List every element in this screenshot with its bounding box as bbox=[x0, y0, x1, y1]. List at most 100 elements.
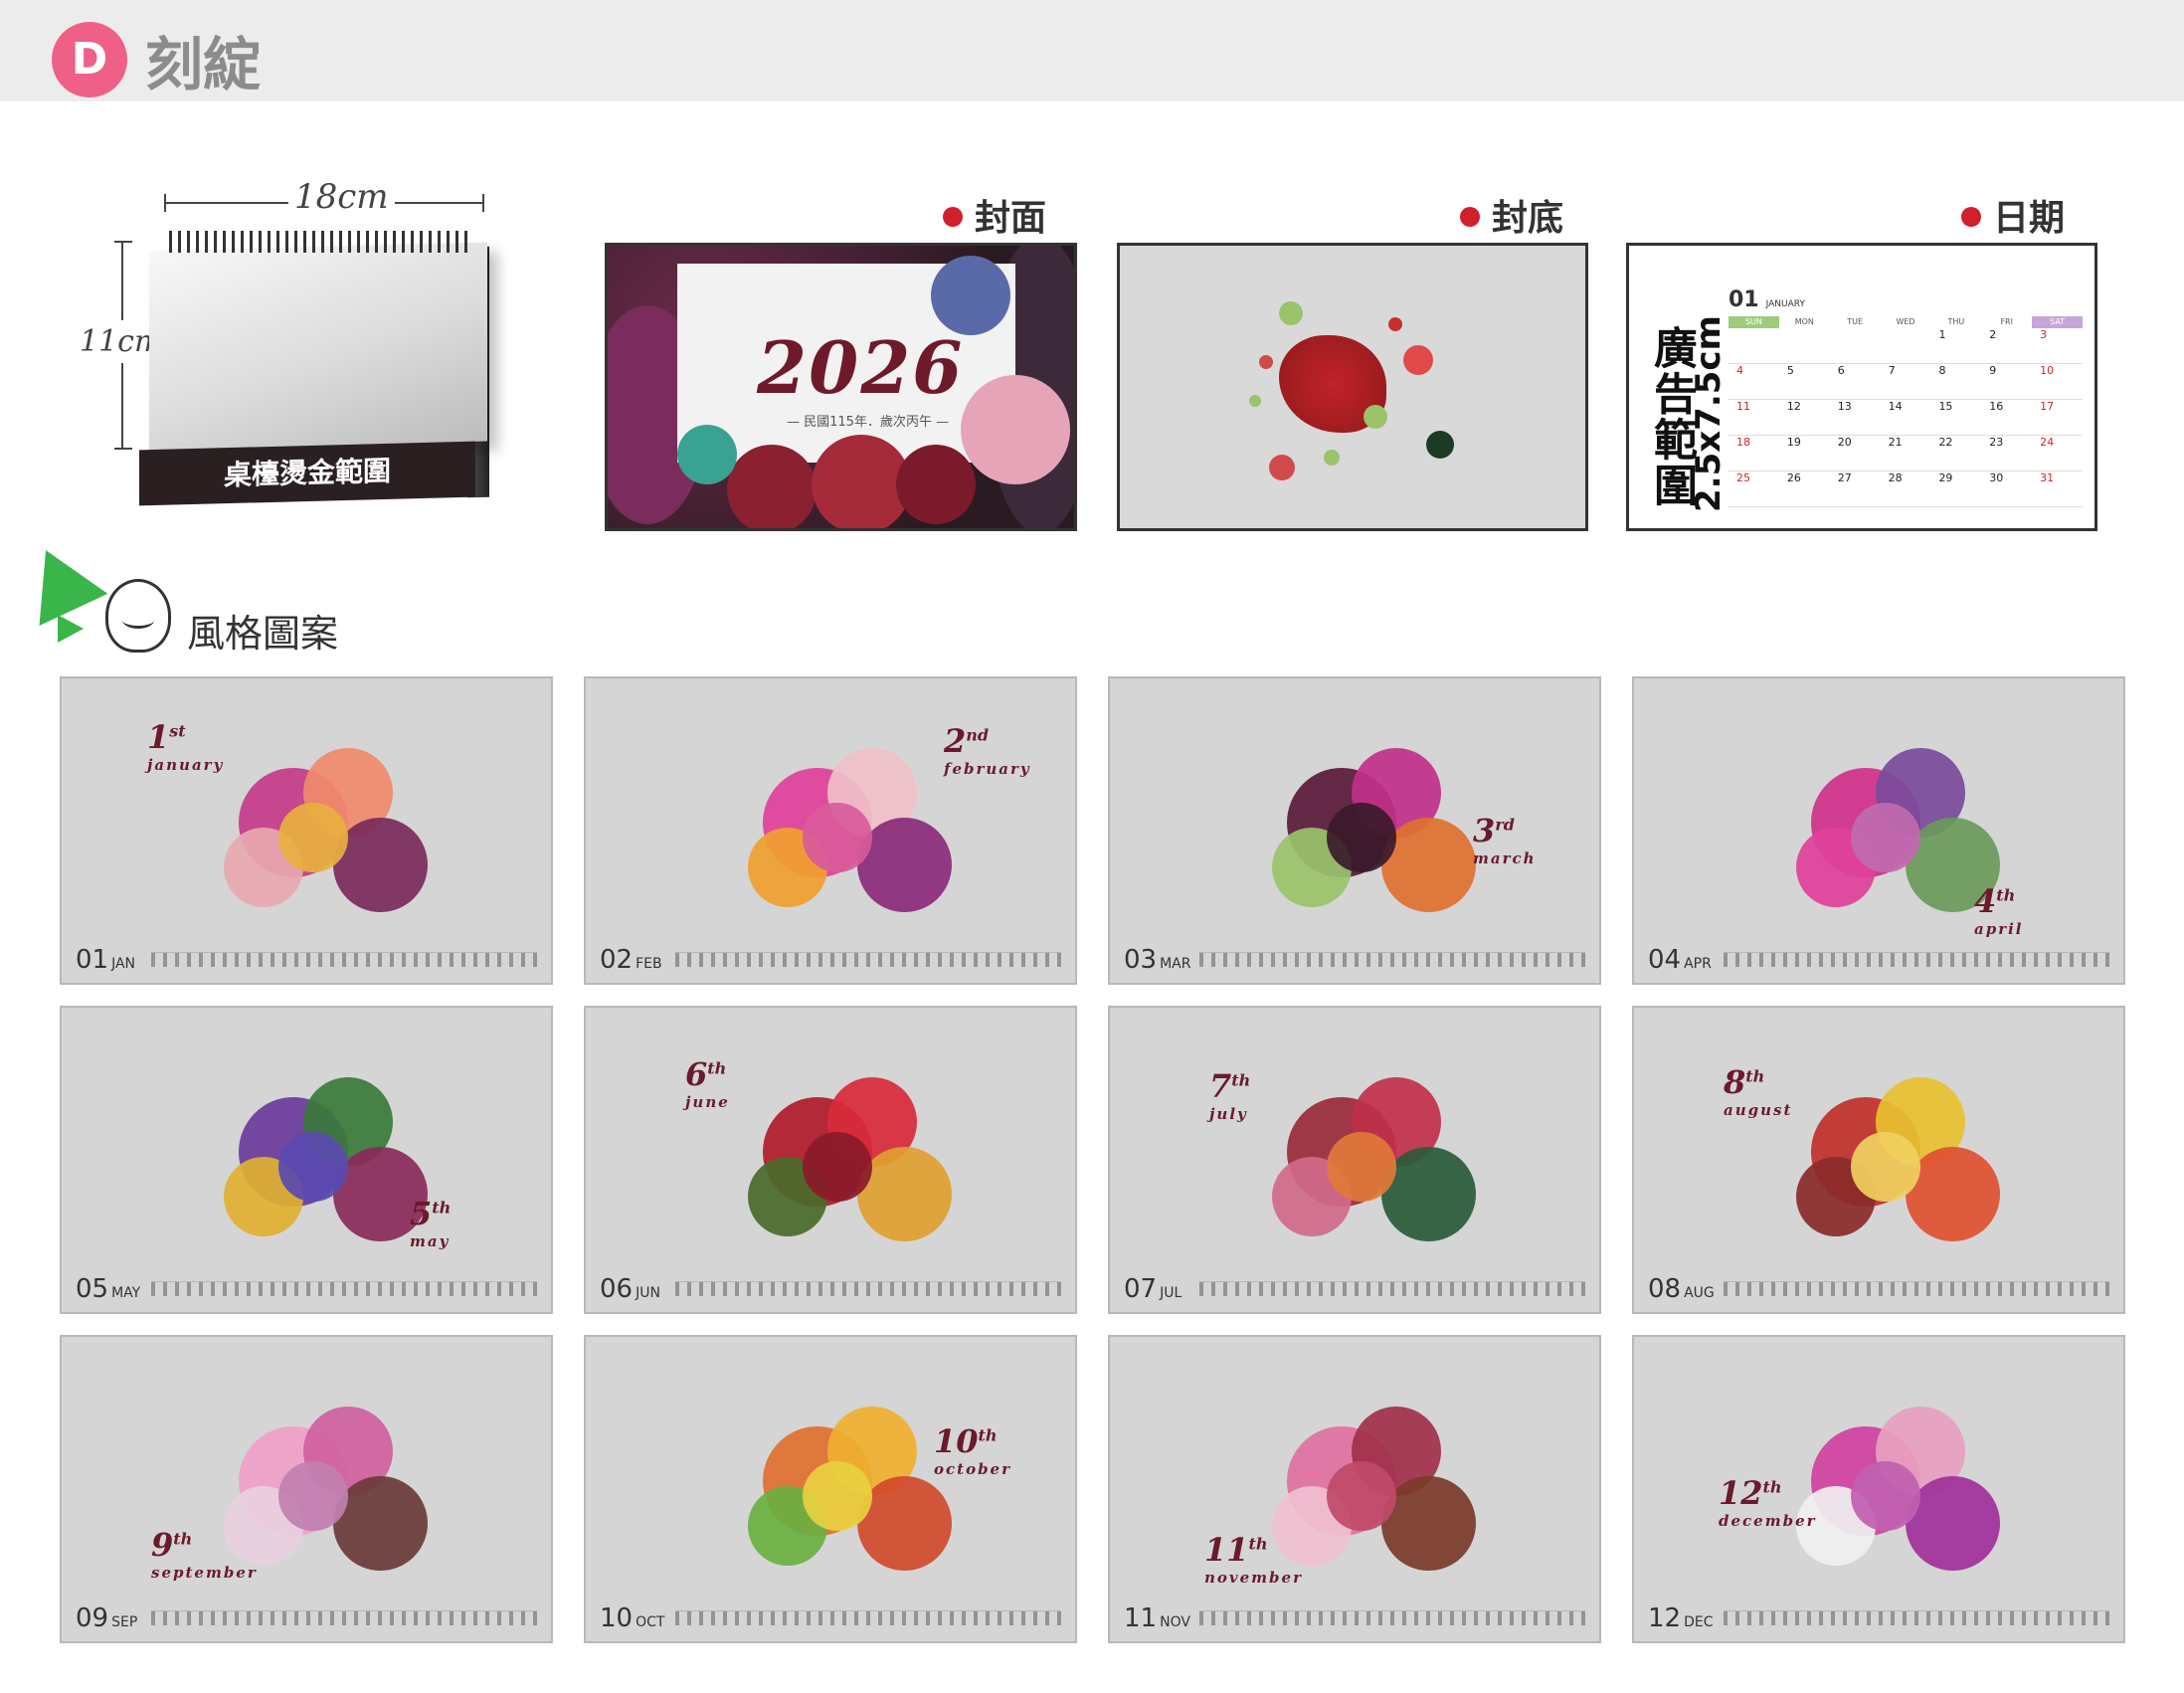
month-name: march bbox=[1473, 849, 1537, 867]
month-card-february[interactable]: 2nd february 02 FEB bbox=[584, 676, 1077, 985]
month-abbr: NOV bbox=[1160, 1614, 1190, 1630]
day-strip bbox=[1724, 952, 2109, 967]
month-abbr: OCT bbox=[636, 1614, 665, 1630]
month-name: april bbox=[1974, 920, 2024, 938]
month-card-january[interactable]: 1st january 01 JAN bbox=[60, 676, 553, 985]
calendar-day: 8 bbox=[1938, 364, 1946, 377]
calendar-day: 2 bbox=[1989, 328, 1997, 341]
calendar-day: 20 bbox=[1837, 436, 1852, 449]
calendar-day bbox=[1830, 328, 1881, 363]
calendar-day: 5 bbox=[1786, 364, 1794, 377]
month-number: 03 MAR bbox=[1124, 945, 1191, 975]
day-strip bbox=[151, 1281, 537, 1296]
ad-size-label: 2.5x7.5cm bbox=[1689, 315, 1729, 512]
calendar-week-row: 18 19 20 21 22 23 24 bbox=[1729, 436, 2083, 471]
weekday-label: SAT bbox=[2032, 316, 2084, 328]
month-number: 08 AUG bbox=[1648, 1274, 1715, 1304]
month-ordinal: 11th bbox=[1204, 1531, 1268, 1569]
flower-bouquet-illustration bbox=[1756, 708, 2005, 917]
calendar-day: 11 bbox=[1736, 400, 1750, 413]
calendar-week-row: 25 26 27 28 29 30 31 bbox=[1729, 471, 2083, 507]
date-section-label: 日期 bbox=[1961, 189, 2065, 241]
month-abbr: JUN bbox=[636, 1285, 660, 1301]
month-ordinal: 1st bbox=[147, 718, 186, 756]
calendar-day: 7 bbox=[1888, 364, 1896, 377]
back-cover-preview bbox=[1117, 243, 1588, 531]
month-abbr: JUL bbox=[1160, 1285, 1183, 1301]
month-name: june bbox=[685, 1093, 730, 1111]
month-card-july[interactable]: 7th july 07 JUL bbox=[1108, 1006, 1601, 1314]
weekday-label: THU bbox=[1947, 317, 1965, 326]
flower-bouquet-illustration bbox=[1232, 1367, 1481, 1576]
calendar-day bbox=[1729, 328, 1779, 363]
flower-bouquet-illustration bbox=[184, 1037, 433, 1246]
calendar-page-blank bbox=[149, 242, 487, 451]
weekday-label: MON bbox=[1794, 317, 1814, 326]
weekday-label: WED bbox=[1896, 317, 1915, 326]
month-name: august bbox=[1724, 1101, 1793, 1119]
calendar-day: 16 bbox=[1989, 400, 2004, 413]
day-strip bbox=[151, 1610, 537, 1625]
red-dot-icon bbox=[1460, 207, 1480, 227]
cover-section-label: 封面 bbox=[943, 189, 1046, 241]
month-card-june[interactable]: 6th june 06 JUN bbox=[584, 1006, 1077, 1314]
green-triangle-icon bbox=[11, 534, 108, 626]
calendar-day: 30 bbox=[1989, 471, 2004, 484]
calendar-day: 24 bbox=[2040, 436, 2055, 449]
month-abbr: SEP bbox=[111, 1614, 138, 1630]
month-ordinal: 5th bbox=[410, 1195, 452, 1232]
month-card-april[interactable]: 4th april 04 APR bbox=[1632, 676, 2125, 985]
flower-bouquet-illustration bbox=[1756, 1367, 2005, 1576]
month-abbr: APR bbox=[1684, 956, 1712, 972]
calendar-week-row: 11 12 13 14 15 16 17 bbox=[1729, 400, 2083, 436]
day-strip bbox=[1724, 1610, 2109, 1625]
month-name: july bbox=[1209, 1105, 1248, 1123]
flower-bouquet-illustration bbox=[1232, 708, 1481, 917]
calendar-day bbox=[1779, 328, 1830, 363]
month-card-august[interactable]: 8th august 08 AUG bbox=[1632, 1006, 2125, 1314]
calendar-day: 27 bbox=[1837, 471, 1852, 484]
month-card-march[interactable]: 3rd march 03 MAR bbox=[1108, 676, 1601, 985]
flower-bouquet-illustration bbox=[708, 1367, 957, 1576]
month-name: may bbox=[410, 1232, 451, 1250]
cover-year: 2026 bbox=[757, 325, 965, 410]
calendar-day: 15 bbox=[1938, 400, 1953, 413]
month-abbr: AUG bbox=[1684, 1285, 1715, 1301]
product-title: 刻綻 bbox=[145, 31, 262, 98]
calendar-day: 17 bbox=[2040, 400, 2055, 413]
calendar-grid: 1 2 3 4 5 6 7 8 9 10 11 12 13 14 15 16 17 18 19 20 21 22 23 24 2… bbox=[1729, 328, 2083, 507]
calendar-day: 29 bbox=[1938, 471, 1953, 484]
day-strip bbox=[151, 952, 537, 967]
month-card-october[interactable]: 10th october 10 OCT bbox=[584, 1335, 1077, 1643]
month-abbr: DEC bbox=[1684, 1614, 1714, 1630]
month-number: 04 APR bbox=[1648, 945, 1712, 975]
month-number: 01 JAN bbox=[76, 945, 136, 975]
month-number: 05 MAY bbox=[76, 1274, 141, 1304]
calendar-day: 14 bbox=[1888, 400, 1903, 413]
month-ordinal: 8th bbox=[1724, 1063, 1765, 1101]
flower-bouquet-illustration bbox=[708, 1037, 957, 1246]
calendar-day: 28 bbox=[1888, 471, 1903, 484]
month-name: january bbox=[147, 756, 225, 774]
date-page-preview: 廣告範圍 2.5x7.5cm 01 JANUARY SUN MON TUE WED TH… bbox=[1626, 243, 2097, 531]
weekday-header: SUN MON TUE WED THU FRI SAT bbox=[1729, 316, 2084, 328]
calendar-day: 31 bbox=[2040, 471, 2055, 484]
calendar-day: 4 bbox=[1736, 364, 1743, 377]
day-strip bbox=[1199, 952, 1585, 967]
back-section-label: 封底 bbox=[1460, 189, 1563, 241]
month-card-november[interactable]: 11th november 11 NOV bbox=[1108, 1335, 1601, 1643]
red-dot-icon bbox=[943, 207, 963, 227]
month-name: september bbox=[151, 1564, 258, 1582]
month-card-september[interactable]: 9th september 09 SEP bbox=[60, 1335, 553, 1643]
calendar-day: 10 bbox=[2040, 364, 2055, 377]
calendar-day: 9 bbox=[1989, 364, 1997, 377]
month-abbr: MAR bbox=[1160, 956, 1191, 972]
calendar-day: 21 bbox=[1888, 436, 1903, 449]
day-strip bbox=[675, 1610, 1061, 1625]
weekday-label: SUN bbox=[1729, 316, 1779, 328]
month-card-may[interactable]: 5th may 05 MAY bbox=[60, 1006, 553, 1314]
month-card-december[interactable]: 12th december 12 DEC bbox=[1632, 1335, 2125, 1643]
day-strip bbox=[1199, 1610, 1585, 1625]
calendar-day: 3 bbox=[2040, 328, 2048, 341]
section-badge: D bbox=[52, 22, 127, 97]
